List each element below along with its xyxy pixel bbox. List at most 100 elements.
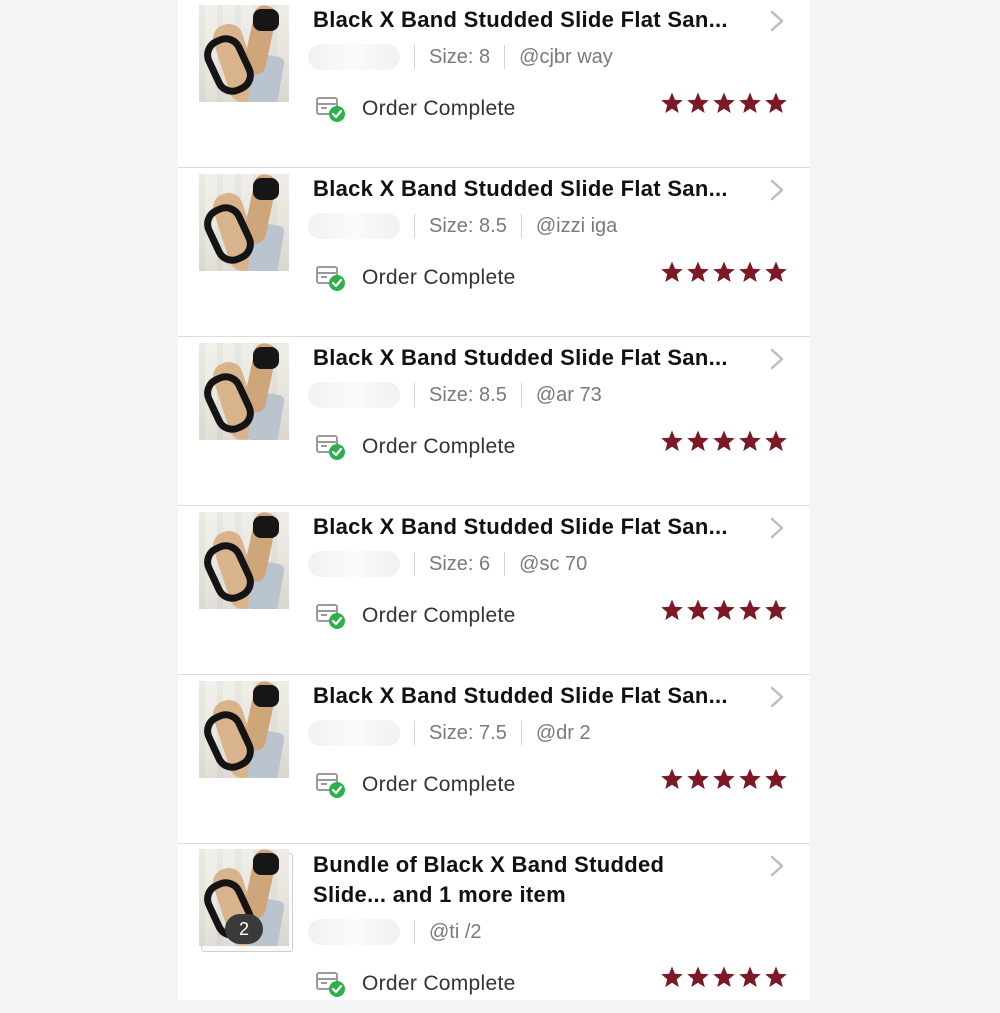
buyer-username: @sc 70 [519,552,588,575]
star-icon [739,599,761,620]
item-count-badge: 2 [225,914,263,944]
meta-divider [414,920,415,944]
star-icon [713,768,735,789]
order-list: Black X Band Studded Slide Flat San... S… [178,0,810,1000]
star-icon [687,92,709,113]
product-title: Black X Band Studded Slide Flat San... [313,683,728,708]
package-check-icon [316,97,345,122]
package-check-icon [316,266,345,291]
order-status-label: Order Complete [362,435,516,458]
size-label: Size: 7.5 [429,721,507,744]
star-icon [739,261,761,282]
order-meta: Size: 7.5 @dr 2 [308,719,591,747]
star-icon [687,966,709,987]
redacted-price [308,551,400,577]
chevron-right-icon[interactable] [766,685,788,709]
product-thumbnail [199,174,289,271]
chevron-right-icon[interactable] [766,347,788,371]
redacted-price [308,213,400,239]
rating-stars [660,91,788,115]
product-thumbnail [199,681,289,778]
star-icon [661,261,683,282]
star-icon [661,768,683,789]
order-status: Order Complete [316,433,516,461]
meta-divider [414,721,415,745]
meta-divider [520,383,522,407]
package-check-icon [316,773,345,798]
order-status-label: Order Complete [362,604,516,627]
rating-stars [660,429,788,453]
list-item[interactable]: Black X Band Studded Slide Flat San... S… [178,506,810,675]
redacted-price [308,44,400,70]
product-title: Black X Band Studded Slide Flat San... [313,176,728,201]
order-status: Order Complete [316,970,516,998]
star-icon [687,599,709,620]
meta-divider [520,214,522,238]
order-status: Order Complete [316,264,516,292]
meta-divider [414,214,415,238]
redacted-price [308,382,400,408]
package-check-icon [316,435,345,460]
star-icon [765,430,787,451]
star-icon [713,261,735,282]
list-item[interactable]: Black X Band Studded Slide Flat San... S… [178,0,810,168]
star-icon [687,430,709,451]
star-icon [661,430,683,451]
product-title: Black X Band Studded Slide Flat San... [313,514,728,539]
buyer-username: @ar 73 [535,383,602,406]
buyer-username: @ti /2 [429,920,482,943]
list-item[interactable]: Black X Band Studded Slide Flat San... S… [178,337,810,506]
star-icon [765,966,787,987]
chevron-right-icon[interactable] [766,854,788,878]
redacted-price [308,919,400,945]
package-check-icon [316,604,345,629]
order-status-label: Order Complete [362,972,516,995]
order-status-label: Order Complete [362,266,516,289]
star-icon [687,261,709,282]
product-title: Bundle of Black X Band Studded Slide... … [313,852,665,907]
meta-divider [504,552,506,576]
order-meta: Size: 8.5 @izzi iga [308,212,617,240]
star-icon [661,599,683,620]
meta-divider [520,721,522,745]
star-icon [661,92,683,113]
order-meta: Size: 6 @sc 70 [308,550,587,578]
star-icon [765,92,787,113]
size-label: Size: 8 [429,45,491,68]
meta-divider [414,552,415,576]
size-label: Size: 6 [429,552,491,575]
chevron-right-icon[interactable] [766,178,788,202]
size-label: Size: 8.5 [429,383,507,406]
meta-divider [504,45,506,69]
star-icon [765,599,787,620]
order-meta: @ti /2 [308,918,482,946]
star-icon [739,768,761,789]
list-item[interactable]: Black X Band Studded Slide Flat San... S… [178,168,810,337]
package-check-icon [316,972,345,997]
order-status-label: Order Complete [362,97,516,120]
star-icon [713,92,735,113]
star-icon [739,430,761,451]
order-meta: Size: 8.5 @ar 73 [308,381,602,409]
chevron-right-icon[interactable] [766,9,788,33]
star-icon [687,768,709,789]
star-icon [661,966,683,987]
chevron-right-icon[interactable] [766,516,788,540]
list-item[interactable]: Bundle of Black X Band Studded Slide... … [178,844,810,1013]
order-meta: Size: 8 @cjbr way [308,43,613,71]
size-label: Size: 8.5 [429,214,507,237]
meta-divider [414,45,415,69]
order-status: Order Complete [316,771,516,799]
star-icon [713,430,735,451]
star-icon [765,261,787,282]
list-item[interactable]: Black X Band Studded Slide Flat San... S… [178,675,810,844]
star-icon [713,966,735,987]
rating-stars [660,598,788,622]
meta-divider [414,383,415,407]
product-title: Black X Band Studded Slide Flat San... [313,345,728,370]
order-status: Order Complete [316,95,516,123]
star-icon [739,966,761,987]
buyer-username: @dr 2 [535,721,591,744]
redacted-price [308,720,400,746]
star-icon [713,599,735,620]
